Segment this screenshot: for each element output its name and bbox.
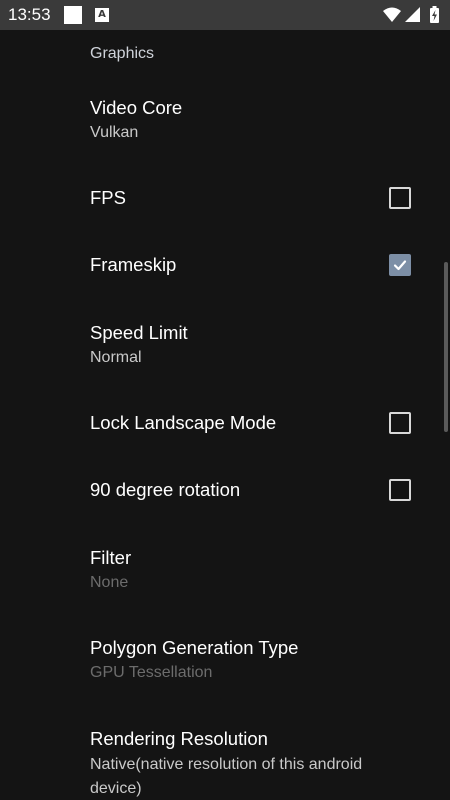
fps-checkbox[interactable]: [389, 187, 411, 209]
lock-landscape-checkbox[interactable]: [389, 412, 411, 434]
pref-title: Lock Landscape Mode: [90, 412, 277, 433]
pref-frameskip[interactable]: Frameskip: [0, 234, 450, 296]
pref-rendering-resolution[interactable]: Rendering Resolution Native(native resol…: [0, 717, 450, 800]
pref-title: Rendering Resolution: [90, 728, 268, 749]
pref-lock-landscape-mode[interactable]: Lock Landscape Mode: [0, 392, 450, 454]
pref-speed-limit[interactable]: Speed Limit Normal: [0, 310, 450, 380]
section-header-graphics: Graphics: [90, 45, 155, 62]
pref-summary: GPU Tessellation: [90, 664, 213, 681]
pref-fps[interactable]: FPS: [0, 167, 450, 229]
battery-charging-icon: [430, 6, 439, 23]
pref-title: 90 degree rotation: [90, 479, 241, 500]
checkmark-icon: [393, 260, 407, 271]
pref-title: Filter: [90, 547, 132, 568]
settings-screen: 13:53 A Graphics Video Core Vulkan FPS F…: [0, 0, 450, 800]
wifi-icon: [383, 7, 401, 22]
pref-summary: Native(native resolution of this android…: [90, 756, 363, 797]
status-bar: 13:53 A: [0, 0, 450, 30]
pref-summary: Normal: [90, 349, 142, 366]
system-icons: [382, 5, 444, 25]
a-notification-icon: A: [95, 8, 109, 22]
pref-90-degree-rotation[interactable]: 90 degree rotation: [0, 459, 450, 521]
blank-square-icon: [64, 6, 82, 24]
cell-signal-icon: [405, 7, 420, 22]
pref-title: Frameskip: [90, 254, 177, 275]
rotation-checkbox[interactable]: [389, 479, 411, 501]
pref-summary: None: [90, 574, 129, 591]
pref-video-core[interactable]: Video Core Vulkan: [0, 86, 450, 156]
pref-polygon-generation-type: Polygon Generation Type GPU Tessellation: [0, 626, 450, 696]
frameskip-checkbox[interactable]: [389, 254, 411, 276]
status-time: 13:53: [8, 5, 51, 24]
scrollbar[interactable]: [444, 262, 448, 432]
pref-title: Video Core: [90, 97, 183, 118]
pref-title: Speed Limit: [90, 322, 188, 343]
pref-title: FPS: [90, 187, 126, 208]
pref-summary: Vulkan: [90, 124, 139, 141]
pref-title: Polygon Generation Type: [90, 637, 299, 658]
settings-list: Graphics Video Core Vulkan FPS Frameskip…: [0, 30, 450, 800]
pref-filter: Filter None: [0, 535, 450, 605]
